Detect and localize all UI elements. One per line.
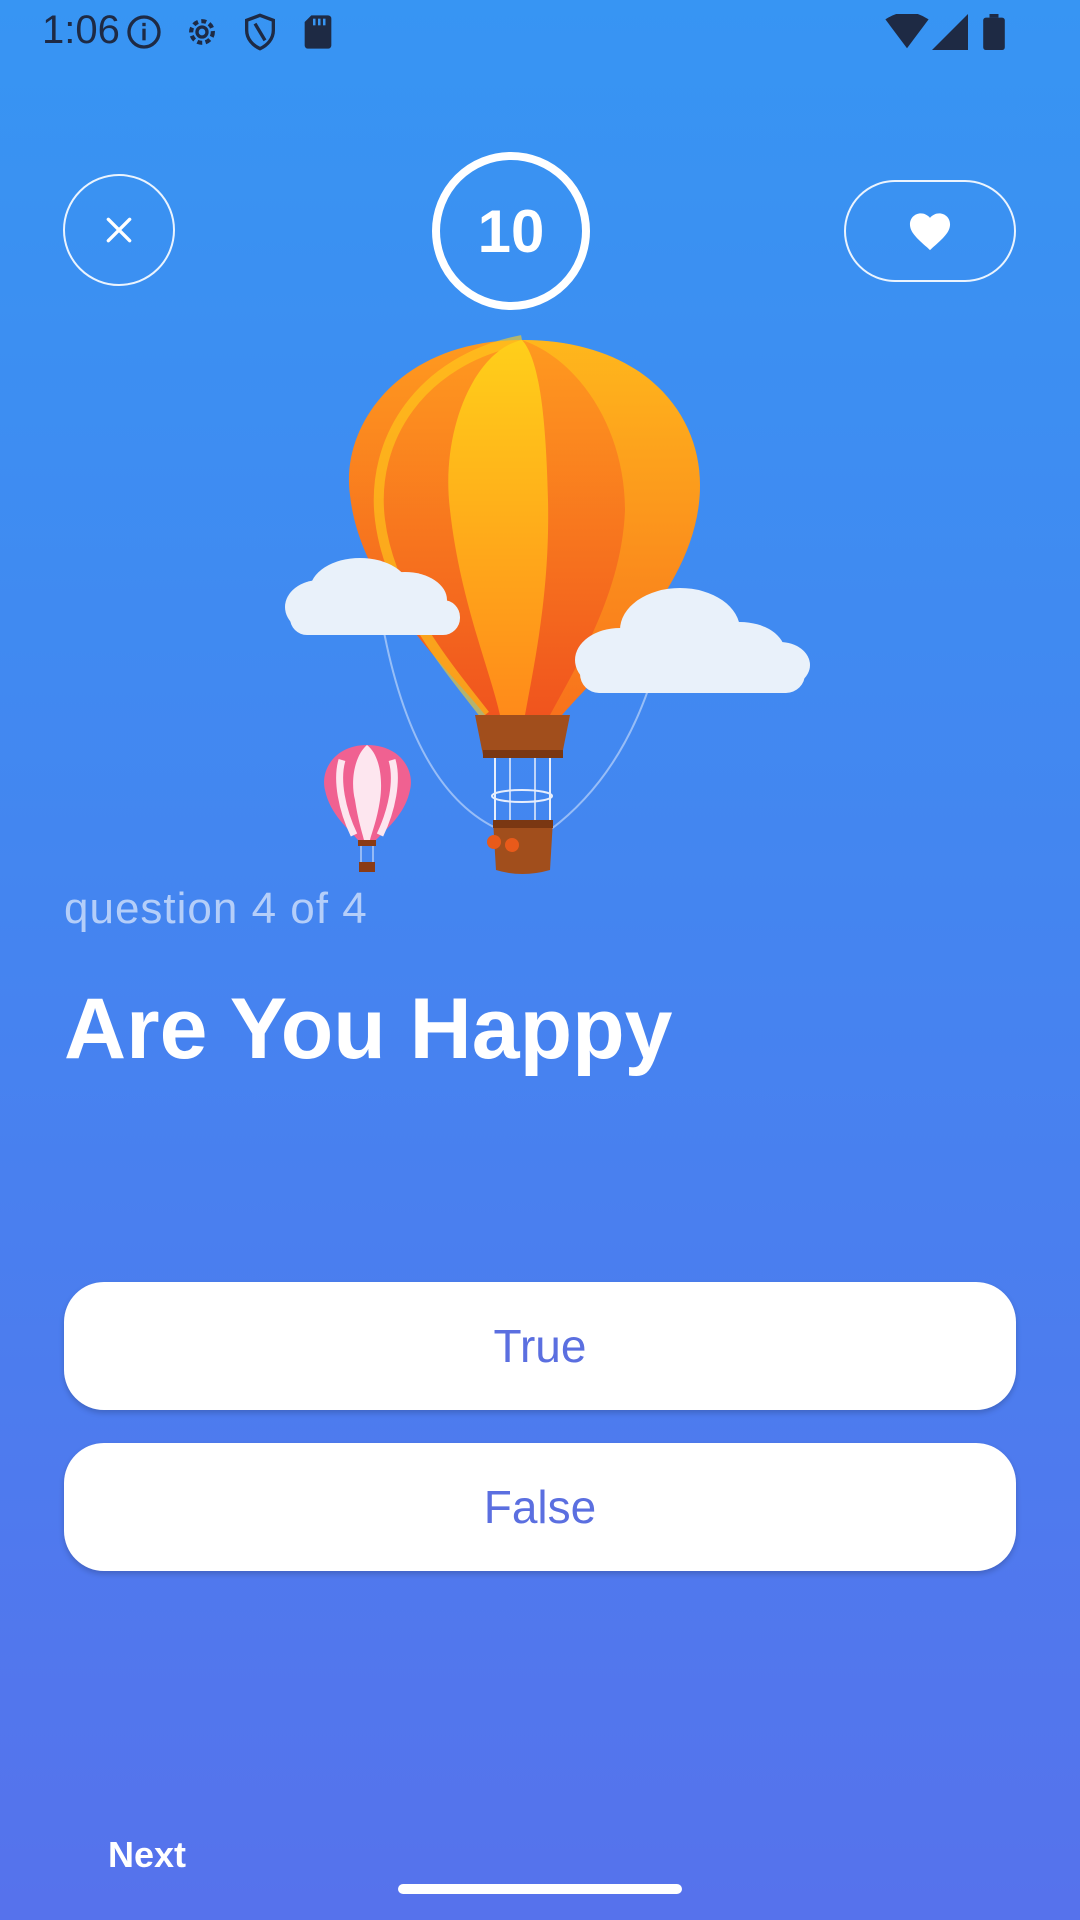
- next-button[interactable]: Next: [108, 1834, 186, 1876]
- answer-false-button[interactable]: False: [64, 1443, 1016, 1571]
- answer-label: True: [493, 1320, 587, 1372]
- close-icon: [106, 217, 132, 243]
- answer-label: False: [483, 1481, 597, 1533]
- timer-value: 10: [477, 197, 545, 265]
- question-title: Are You Happy: [64, 981, 673, 1077]
- info-icon: [127, 15, 161, 49]
- status-time: 1:06: [42, 8, 120, 52]
- signal-icon: [932, 14, 968, 50]
- status-bar: 1:06: [0, 0, 1080, 64]
- gear-icon: [189, 19, 215, 45]
- heart-icon: [909, 213, 951, 251]
- answer-true-button[interactable]: True: [64, 1282, 1016, 1410]
- question-progress: question 4 of 4: [64, 884, 368, 933]
- wifi-icon: [885, 14, 929, 49]
- favorite-button[interactable]: [844, 180, 1016, 282]
- hot-air-balloon-illustration: [285, 335, 810, 874]
- sd-card-icon: [304, 15, 332, 49]
- battery-icon: [983, 14, 1005, 50]
- shield-icon: [245, 13, 275, 51]
- home-indicator[interactable]: [398, 1884, 682, 1894]
- countdown-timer: 10: [432, 152, 590, 310]
- close-button[interactable]: [63, 174, 175, 286]
